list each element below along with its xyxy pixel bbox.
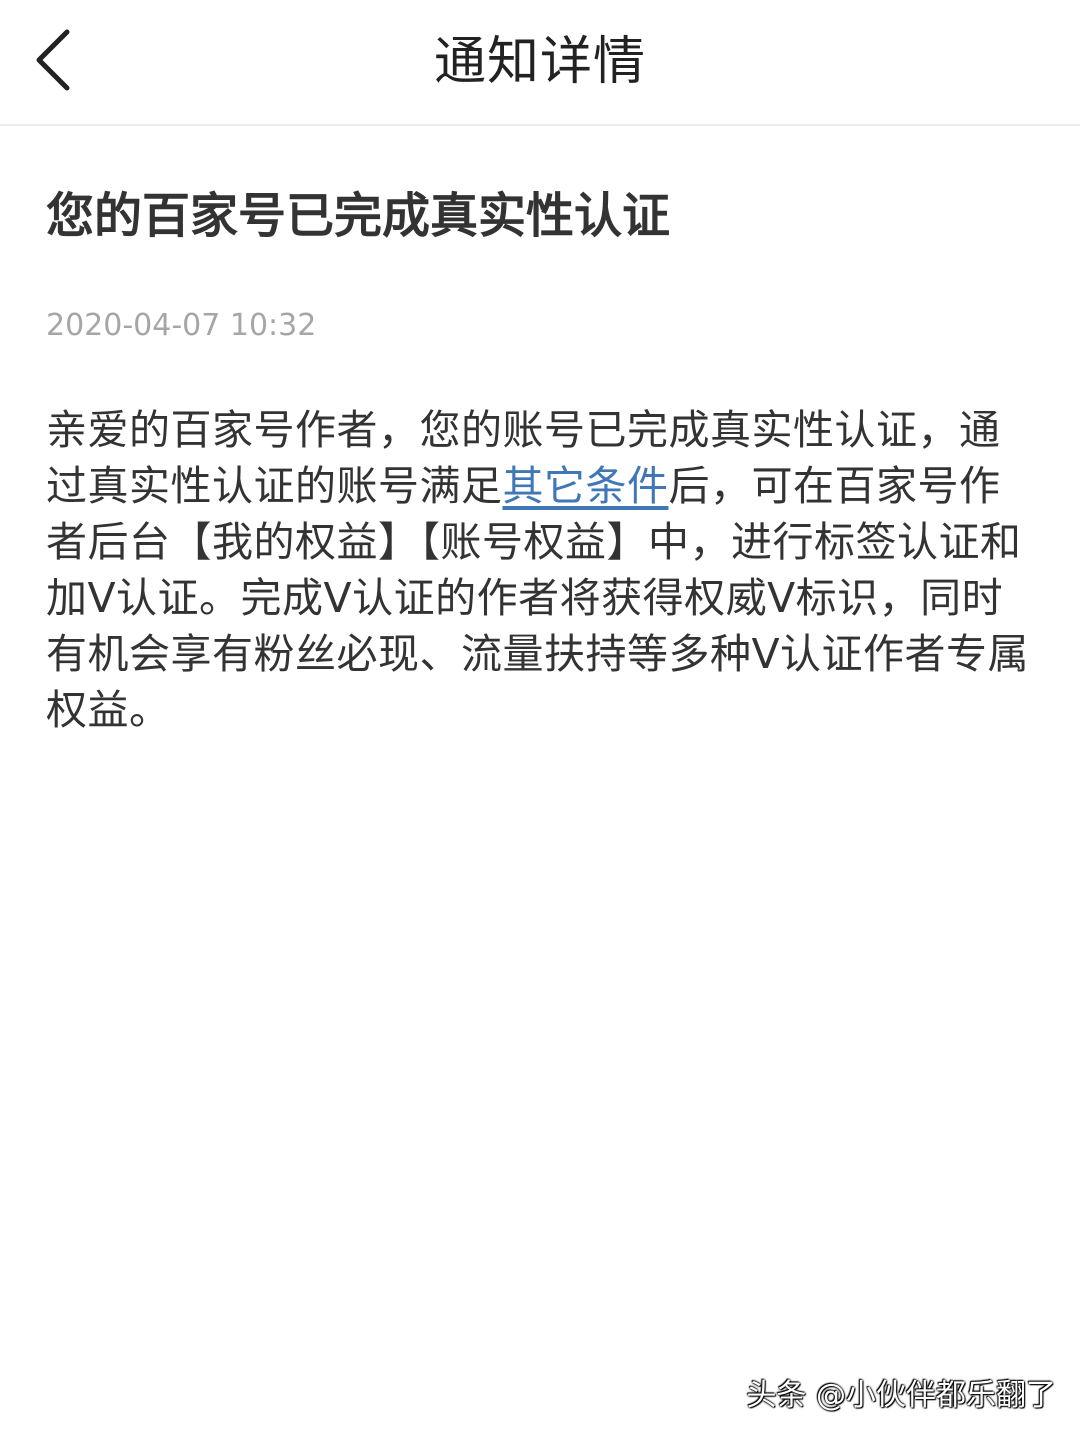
notification-timestamp: 2020-04-07 10:32 [46, 308, 317, 343]
watermark: 头条 @小伙伴都乐翻了 [746, 1378, 1056, 1413]
notification-detail: 您的百家号已完成真实性认证 2020-04-07 10:32 亲爱的百家号作者，… [46, 180, 1036, 738]
notification-title: 您的百家号已完成真实性认证 [46, 188, 671, 244]
notification-body: 亲爱的百家号作者，您的账号已完成真实性认证，通过真实性认证的账号满足其它条件后，… [46, 402, 1036, 738]
top-navigation-bar: 通知详情 [0, 0, 1080, 126]
other-conditions-link[interactable]: 其它条件 [503, 462, 669, 510]
page-title: 通知详情 [433, 32, 646, 92]
